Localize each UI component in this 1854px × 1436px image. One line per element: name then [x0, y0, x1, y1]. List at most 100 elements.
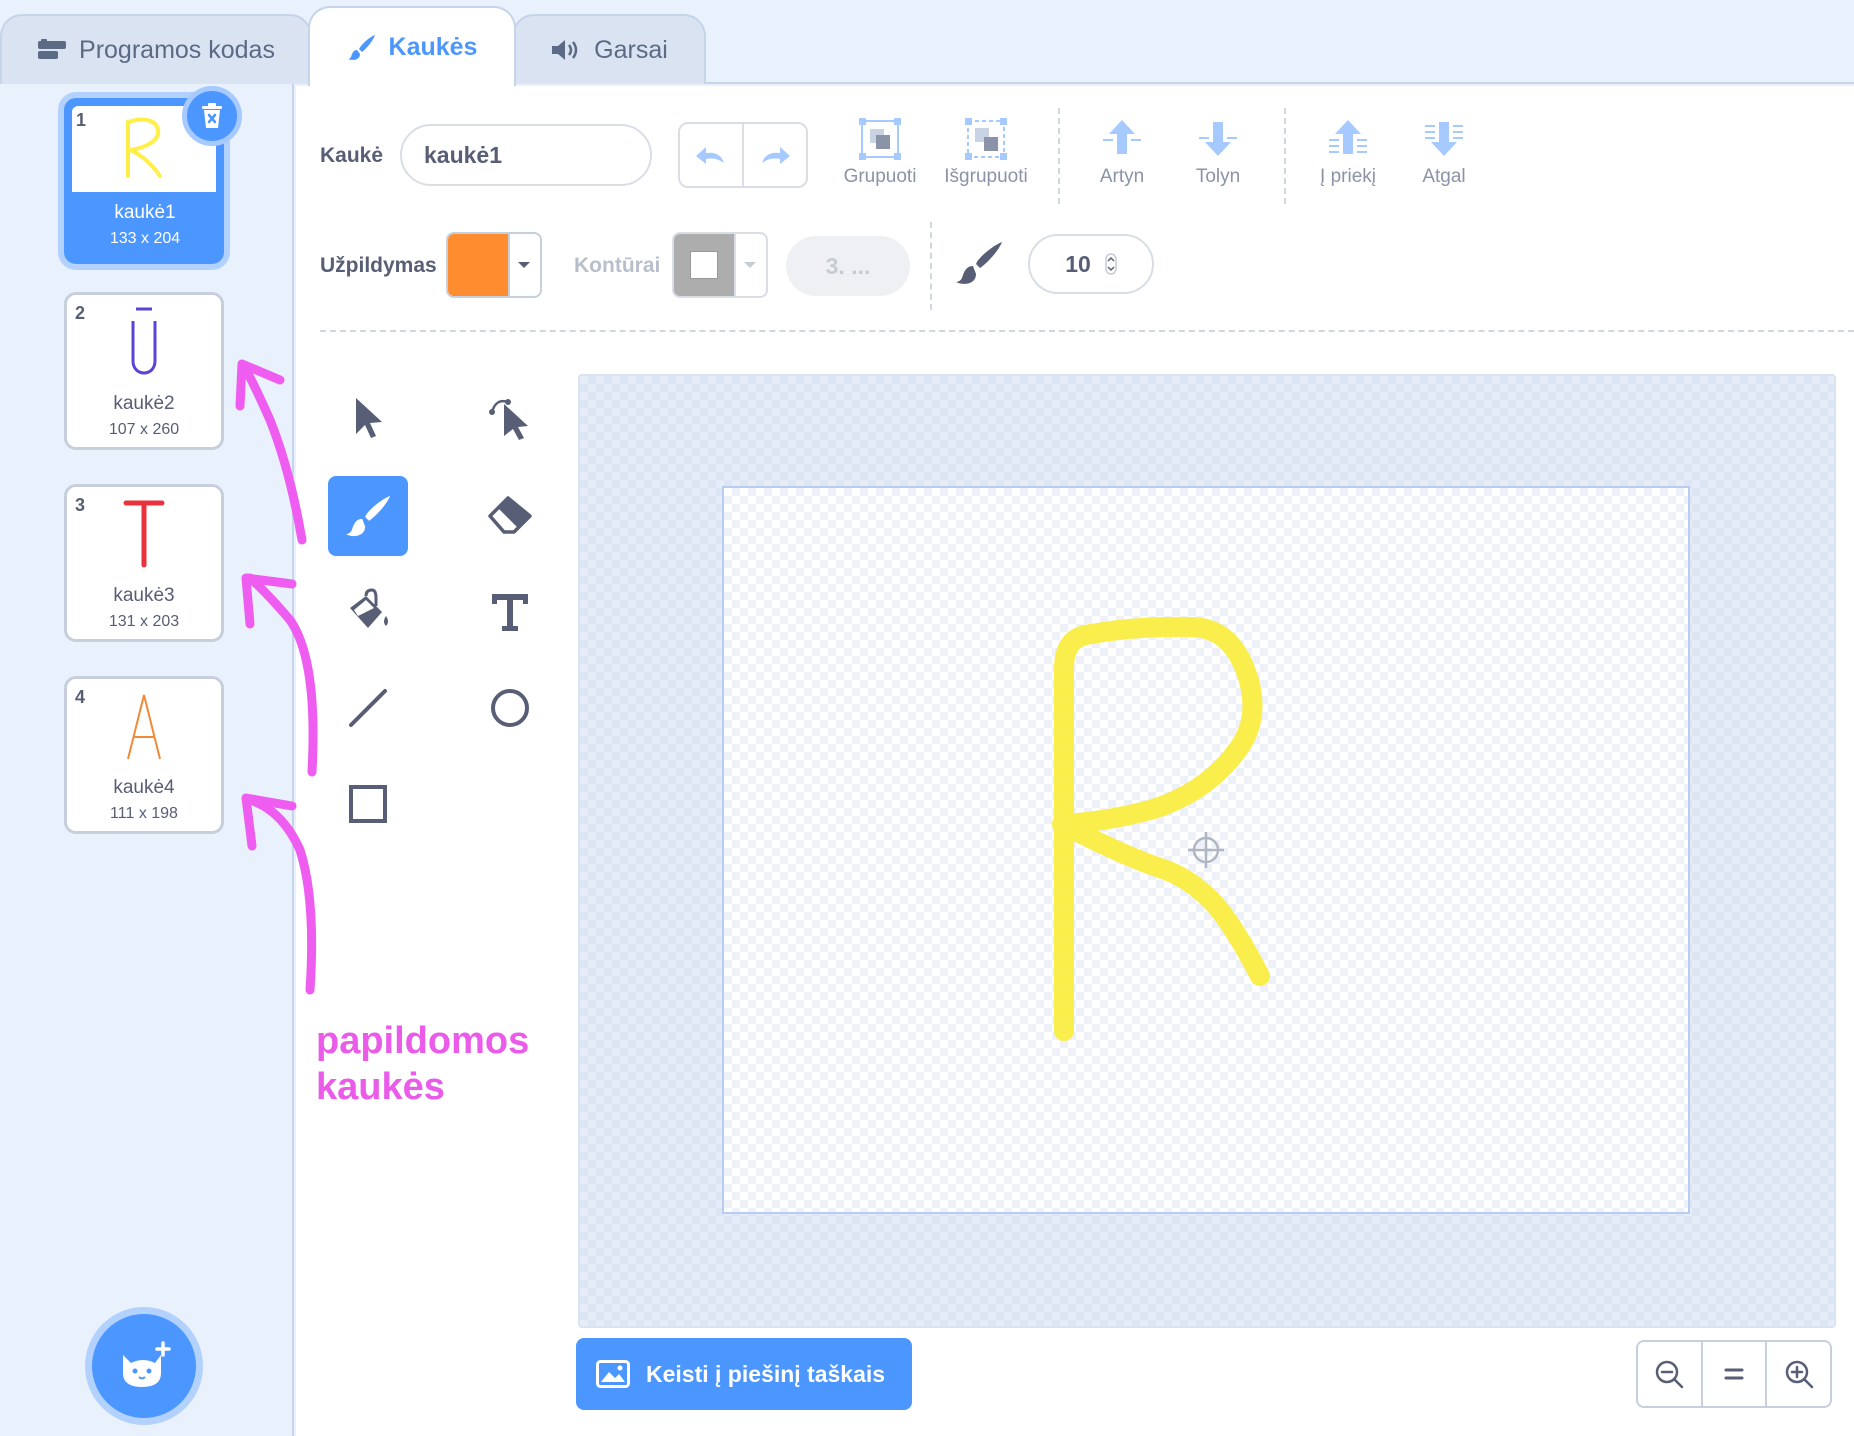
costume-name: kaukė4 [113, 777, 175, 798]
fill-icon [350, 588, 388, 628]
stepper-icon [1105, 253, 1117, 275]
costume-name: kaukė3 [113, 585, 175, 606]
zoom-controls [1636, 1340, 1832, 1408]
chevron-down-icon [508, 234, 538, 296]
back-button[interactable]: Atgal [1394, 118, 1494, 188]
costume-thumbnail [67, 303, 221, 383]
trash-icon [202, 103, 222, 128]
toolbar-divider [320, 330, 1854, 332]
text-tool[interactable] [470, 572, 550, 652]
brush-size-icon [956, 242, 1002, 284]
costume-thumbnail [67, 495, 221, 575]
convert-to-bitmap-label: Keisti į piešinį taškais [646, 1360, 886, 1387]
costume-editor-screen: { "tabs": [ {"label": "Programos kodas",… [0, 0, 1854, 1436]
front-button[interactable]: Į priekį [1298, 118, 1398, 188]
ungroup-icon [965, 118, 1007, 160]
costume-name-input[interactable]: kaukė1 [400, 124, 652, 186]
brush-icon [345, 495, 391, 537]
arrow-down-icon [1199, 122, 1237, 156]
outline-color-picker[interactable] [672, 232, 768, 298]
rectangle-icon [349, 785, 387, 823]
forward-label: Artyn [1099, 166, 1145, 187]
tab-costumes-label: Kaukės [388, 32, 478, 61]
tab-sounds-label: Garsai [594, 35, 668, 64]
convert-to-bitmap-button[interactable]: Keisti į piešinį taškais [576, 1338, 912, 1410]
arrow-up-icon [1103, 120, 1141, 154]
back-label: Atgal [1422, 166, 1466, 187]
rectangle-tool[interactable] [328, 764, 408, 844]
outline-label: Kontūrai [574, 254, 661, 277]
circle-icon [491, 689, 529, 727]
ungroup-button[interactable]: Išgrupuoti [936, 116, 1036, 188]
tab-code[interactable]: Programos kodas [0, 14, 312, 84]
arrow-bottom-icon [1425, 122, 1463, 156]
code-icon [38, 39, 67, 59]
costume-size: 111 x 198 [110, 805, 178, 822]
fill-label: Užpildymas [320, 254, 437, 277]
fill-color-picker[interactable] [446, 232, 542, 298]
line-tool[interactable] [328, 668, 408, 748]
forward-button[interactable]: Artyn [1072, 118, 1172, 188]
brush-tool[interactable] [328, 476, 408, 556]
annotation-line-1: papildomos [316, 1020, 530, 1062]
outline-color-swatch [674, 234, 734, 296]
zoom-reset-icon [1724, 1368, 1744, 1380]
zoom-in-button[interactable] [1765, 1342, 1830, 1406]
reshape-icon [489, 399, 528, 440]
undo-button[interactable] [680, 124, 744, 186]
fill-tool[interactable] [328, 572, 408, 652]
costume-name: kaukė2 [113, 393, 175, 414]
chevron-down-icon [734, 234, 764, 296]
annotation-text: papildomos kaukės [316, 1018, 529, 1110]
circle-tool[interactable] [470, 668, 550, 748]
tab-sounds[interactable]: Garsai [512, 14, 706, 84]
select-tool[interactable] [328, 378, 408, 458]
arrow-top-icon [1329, 120, 1367, 154]
tab-bar: Programos kodas Kaukės Garsai [0, 0, 1854, 86]
costume-item-2[interactable]: 2 kaukė2 107 x 260 [64, 292, 224, 450]
delete-costume-button[interactable] [182, 86, 242, 146]
group-button[interactable]: Grupuoti [830, 116, 930, 188]
eraser-tool[interactable] [470, 476, 550, 556]
toolbar-divider [1284, 108, 1286, 204]
costume-item-3[interactable]: 3 kaukė3 131 x 203 [64, 484, 224, 642]
costume-name-label: Kaukė [320, 144, 384, 167]
add-costume-button[interactable] [92, 1314, 196, 1418]
costume-list: 1 kaukė1 133 x 204 2 kaukė2 107 x 260 3 … [0, 84, 294, 1436]
backward-label: Tolyn [1195, 166, 1241, 187]
backward-button[interactable]: Tolyn [1168, 118, 1268, 188]
costume-number: 1 [76, 110, 87, 130]
costume-name: kaukė1 [114, 202, 176, 223]
costume-size: 107 x 260 [108, 421, 180, 438]
line-icon [349, 689, 387, 727]
redo-button[interactable] [744, 124, 806, 186]
tab-code-label: Programos kodas [79, 35, 275, 64]
toolbar-divider [1058, 108, 1060, 204]
costume-thumbnail [67, 687, 221, 767]
brush-size-input[interactable]: 10 [1028, 234, 1154, 294]
crosshair-icon [1188, 832, 1224, 868]
front-label: Į priekį [1320, 166, 1376, 187]
reshape-tool[interactable] [470, 378, 550, 458]
annotation-line-2: kaukės [316, 1066, 445, 1108]
undo-redo-group [678, 122, 808, 188]
zoom-in-icon [1785, 1360, 1813, 1389]
undo-icon [696, 147, 724, 164]
outline-width-value: 3. ... [825, 252, 871, 279]
costume-item-4[interactable]: 4 kaukė4 111 x 198 [64, 676, 224, 834]
zoom-out-icon [1656, 1360, 1684, 1389]
eraser-icon [488, 496, 532, 534]
zoom-reset-button[interactable] [1700, 1342, 1766, 1406]
costume-drawing [1052, 616, 1270, 1041]
redo-icon [762, 147, 790, 164]
group-icon [859, 118, 901, 160]
toolbar-divider [930, 222, 932, 310]
outline-width-input[interactable]: 3. ... [786, 236, 910, 296]
tab-costumes[interactable]: Kaukės [308, 6, 516, 86]
zoom-out-button[interactable] [1638, 1342, 1701, 1406]
speaker-icon [552, 40, 578, 60]
costume-size: 133 x 204 [109, 230, 181, 247]
cat-add-icon [123, 1341, 171, 1387]
group-label: Grupuoti [843, 166, 917, 187]
brush-size-value: 10 [1065, 250, 1091, 277]
